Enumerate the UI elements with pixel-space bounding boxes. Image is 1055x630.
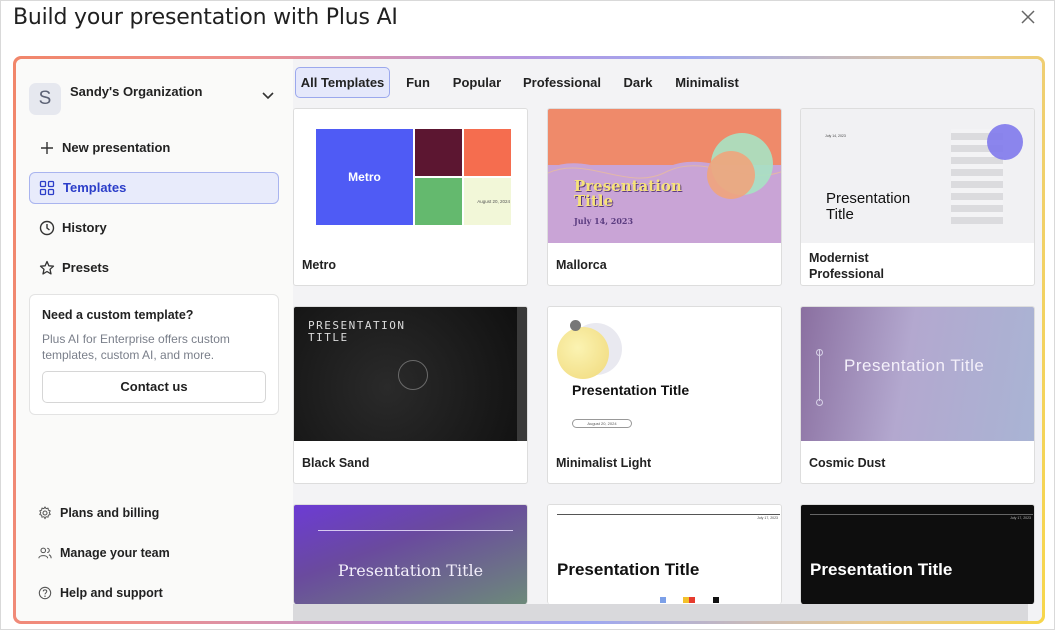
template-card[interactable]: July 17, 2023 Presentation Title [800, 504, 1035, 604]
org-switcher[interactable]: S Sandy's Organization [29, 80, 281, 115]
avatar: S [29, 83, 61, 115]
template-thumbnail: July 17, 2023 Presentation Title [801, 505, 1034, 604]
horizontal-scrollbar[interactable] [293, 604, 1028, 621]
template-name: Mallorca [556, 258, 607, 272]
thumb-date: July 14, 2023 [825, 134, 846, 138]
template-thumbnail: PRESENTATION TITLE [294, 307, 527, 441]
thumb-title: Metro [348, 170, 381, 184]
bottom-nav-label: Help and support [60, 586, 163, 600]
custom-template-text: Plus AI for Enterprise offers custom tem… [42, 332, 230, 362]
star-icon [39, 260, 55, 275]
team-icon [38, 547, 52, 559]
category-tabs: All Templates Fun Popular Professional D… [293, 59, 1042, 103]
thumb-title: Presentation Title [337, 561, 484, 580]
thumb-title: PRESENTATION TITLE [308, 319, 406, 344]
template-card[interactable]: July 17, 2023 Presentation Title [547, 504, 782, 604]
dialog-window: Build your presentation with Plus AI S S… [0, 0, 1055, 630]
template-name: Minimalist Light [556, 456, 652, 470]
template-thumbnail: Presentation Title [294, 505, 527, 604]
template-name: Black Sand [302, 456, 370, 470]
tab-professional[interactable]: Professional [518, 67, 606, 98]
thumb-title: Presentation Title [810, 560, 953, 579]
template-thumbnail: Metro August 20, 2024 [294, 109, 527, 243]
help-icon [38, 586, 52, 600]
tab-minimalist[interactable]: Minimalist [670, 67, 744, 98]
thumb-title: Presentation Title [572, 382, 690, 398]
bottom-nav-label: Plans and billing [60, 506, 160, 520]
chevron-down-icon [262, 92, 274, 100]
org-name: Sandy's Organization [70, 84, 203, 99]
thumb-title: Presentation Title [844, 356, 985, 375]
template-card-black-sand[interactable]: PRESENTATION TITLE Black Sand [293, 306, 528, 484]
thumb-title: Presentation Title [826, 190, 911, 223]
template-thumbnail: Presentation Title August 20, 2024 [548, 307, 781, 441]
nav-label: Templates [63, 180, 127, 195]
template-thumbnail: July 17, 2023 Presentation Title [548, 505, 781, 604]
clock-icon [39, 220, 55, 236]
dialog-title: Build your presentation with Plus AI [13, 5, 398, 30]
thumb-date: August 20, 2024 [477, 199, 510, 204]
nav-history[interactable]: History [29, 212, 279, 244]
plus-icon [41, 142, 53, 154]
nav-label: History [62, 220, 107, 235]
tab-popular[interactable]: Popular [448, 67, 506, 98]
nav-templates[interactable]: Templates [29, 172, 279, 204]
template-card-metro[interactable]: Metro August 20, 2024 Metro [293, 108, 528, 286]
template-name: Modernist Professional [809, 251, 885, 281]
template-name: Metro [302, 258, 337, 272]
tab-dark[interactable]: Dark [618, 67, 658, 98]
nav-label: New presentation [62, 140, 171, 155]
template-card-minimalist-light[interactable]: Presentation Title August 20, 2024 Minim… [547, 306, 782, 484]
custom-template-card: Need a custom template? Plus AI for Ente… [29, 294, 279, 415]
template-thumbnail: July 14, 2023 Presentation Title [801, 109, 1034, 243]
grid-icon [39, 180, 55, 196]
template-card-modernist-professional[interactable]: July 14, 2023 Presentation Title Moderni… [800, 108, 1035, 286]
template-thumbnail: Presentation Title July 14, 2023 [548, 109, 781, 243]
template-card[interactable]: Presentation Title [293, 504, 528, 604]
thumb-date: August 20, 2024 [572, 419, 632, 428]
thumb-date: July 17, 2023 [757, 516, 778, 520]
tab-all-templates[interactable]: All Templates [295, 67, 390, 98]
template-thumbnail: Presentation Title [801, 307, 1034, 441]
custom-template-heading: Need a custom template? [42, 308, 194, 322]
bottom-nav-label: Manage your team [60, 546, 170, 560]
gradient-frame: S Sandy's Organization New presentation [13, 56, 1045, 624]
close-icon[interactable] [1020, 9, 1036, 25]
thumb-date: July 14, 2023 [574, 216, 634, 226]
tab-fun[interactable]: Fun [400, 67, 436, 98]
template-card-mallorca[interactable]: Presentation Title July 14, 2023 Mallorc… [547, 108, 782, 286]
sidebar: S Sandy's Organization New presentation [16, 59, 293, 621]
template-name: Cosmic Dust [809, 456, 886, 470]
nav-presets[interactable]: Presets [29, 252, 279, 284]
templates-panel: All Templates Fun Popular Professional D… [293, 59, 1042, 621]
contact-us-button[interactable]: Contact us [42, 371, 266, 403]
template-card-cosmic-dust[interactable]: Presentation Title Cosmic Dust [800, 306, 1035, 484]
nav-label: Presets [62, 260, 109, 275]
nav-new-presentation[interactable]: New presentation [29, 132, 279, 164]
thumb-title: Presentation Title [557, 560, 700, 579]
thumb-title: Presentation Title [574, 177, 682, 210]
gear-icon [39, 506, 51, 520]
thumb-date: July 17, 2023 [1010, 516, 1031, 520]
